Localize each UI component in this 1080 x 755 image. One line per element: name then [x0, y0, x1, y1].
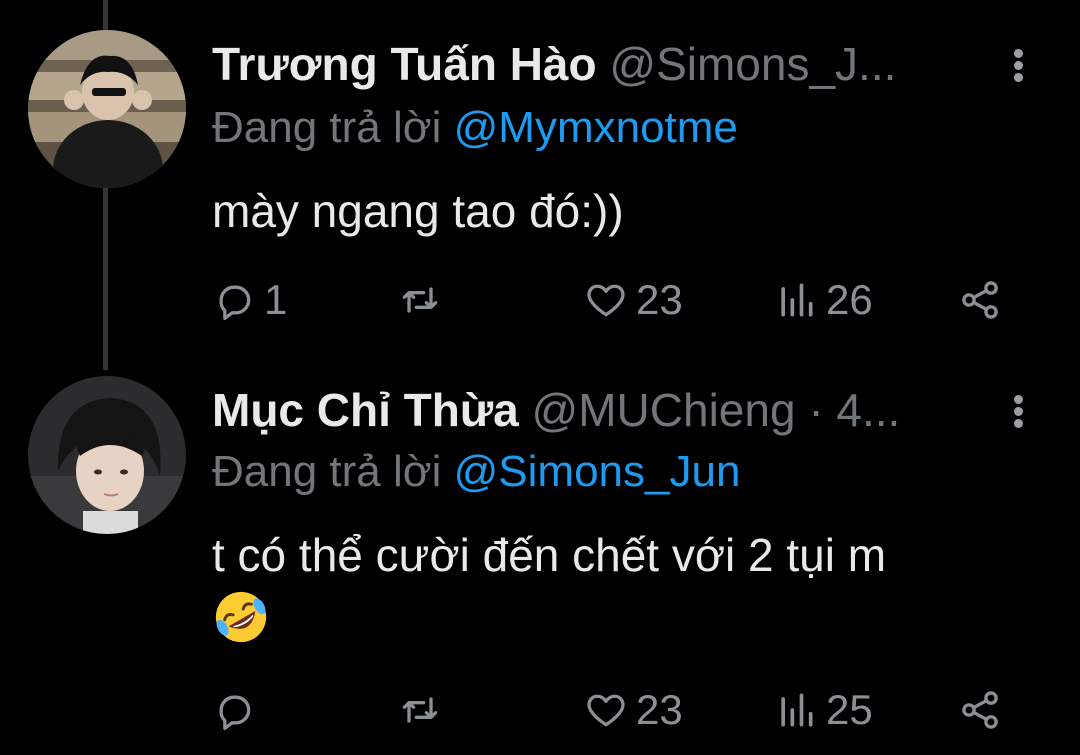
reply-mention-link[interactable]: @Mymxnotme: [454, 103, 738, 152]
rolling-on-floor-laughing-emoji-icon: [215, 591, 267, 642]
avatar[interactable]: [28, 376, 186, 534]
views-icon: [781, 283, 813, 317]
retweet-button[interactable]: [398, 680, 450, 740]
avatar-photo: [28, 30, 186, 188]
replying-to-label: Đang trả lời: [212, 103, 442, 152]
reply-icon: [219, 285, 251, 320]
replying-to: Đang trả lời @Simons_Jun: [212, 444, 740, 500]
user-handle[interactable]: @MUChieng · 4...: [532, 384, 901, 436]
reply-icon: [219, 695, 251, 730]
user-handle[interactable]: @Simons_J...: [609, 38, 896, 90]
views-icon: [781, 693, 813, 727]
like-button[interactable]: 23: [584, 680, 683, 740]
share-button[interactable]: [958, 270, 1002, 330]
avatar-photo: [28, 376, 186, 534]
replying-to: Đang trả lời @Mymxnotme: [212, 100, 738, 156]
reply-mention-link[interactable]: @Simons_Jun: [454, 447, 741, 496]
heart-icon: [587, 694, 625, 727]
display-name[interactable]: Trương Tuấn Hào: [212, 38, 597, 90]
view-count: 25: [826, 686, 873, 733]
reply-count: 1: [264, 276, 288, 323]
tweet[interactable]: Trương Tuấn Hào @Simons_J... Đang trả lờ…: [0, 0, 1080, 360]
tweet-text: mày ngang tao đó:)): [212, 185, 624, 237]
display-name[interactable]: Mục Chỉ Thừa: [212, 384, 519, 436]
views-button[interactable]: 25: [774, 680, 873, 740]
retweet-button[interactable]: [398, 270, 450, 330]
share-icon: [962, 691, 998, 729]
avatar[interactable]: [28, 30, 186, 188]
views-button[interactable]: 26: [774, 270, 873, 330]
heart-icon: [587, 284, 625, 317]
reply-button[interactable]: 1: [212, 270, 287, 330]
more-options-icon[interactable]: [1006, 380, 1030, 440]
tweet-actions: 1 23 26: [212, 270, 1010, 330]
share-icon: [962, 281, 998, 319]
retweet-icon: [402, 287, 438, 313]
tweet[interactable]: Mục Chỉ Thừa @MUChieng · 4... Đang trả l…: [0, 360, 1080, 755]
reply-button[interactable]: [212, 680, 264, 740]
view-count: 26: [826, 276, 873, 323]
tweet-text-block: t có thể cười đến chết với 2 tụi m: [212, 526, 1020, 646]
replying-to-label: Đang trả lời: [212, 447, 442, 496]
more-options-icon[interactable]: [1006, 34, 1030, 94]
retweet-icon: [402, 697, 438, 723]
like-button[interactable]: 23: [584, 270, 683, 330]
tweet-header: Mục Chỉ Thừa @MUChieng · 4...: [212, 380, 1000, 440]
like-count: 23: [636, 276, 683, 323]
tweet-header: Trương Tuấn Hào @Simons_J...: [212, 34, 1000, 94]
tweet-text: t có thể cười đến chết với 2 tụi m: [212, 529, 887, 581]
share-button[interactable]: [958, 680, 1002, 740]
like-count: 23: [636, 686, 683, 733]
tweet-actions: 23 25: [212, 680, 1010, 740]
